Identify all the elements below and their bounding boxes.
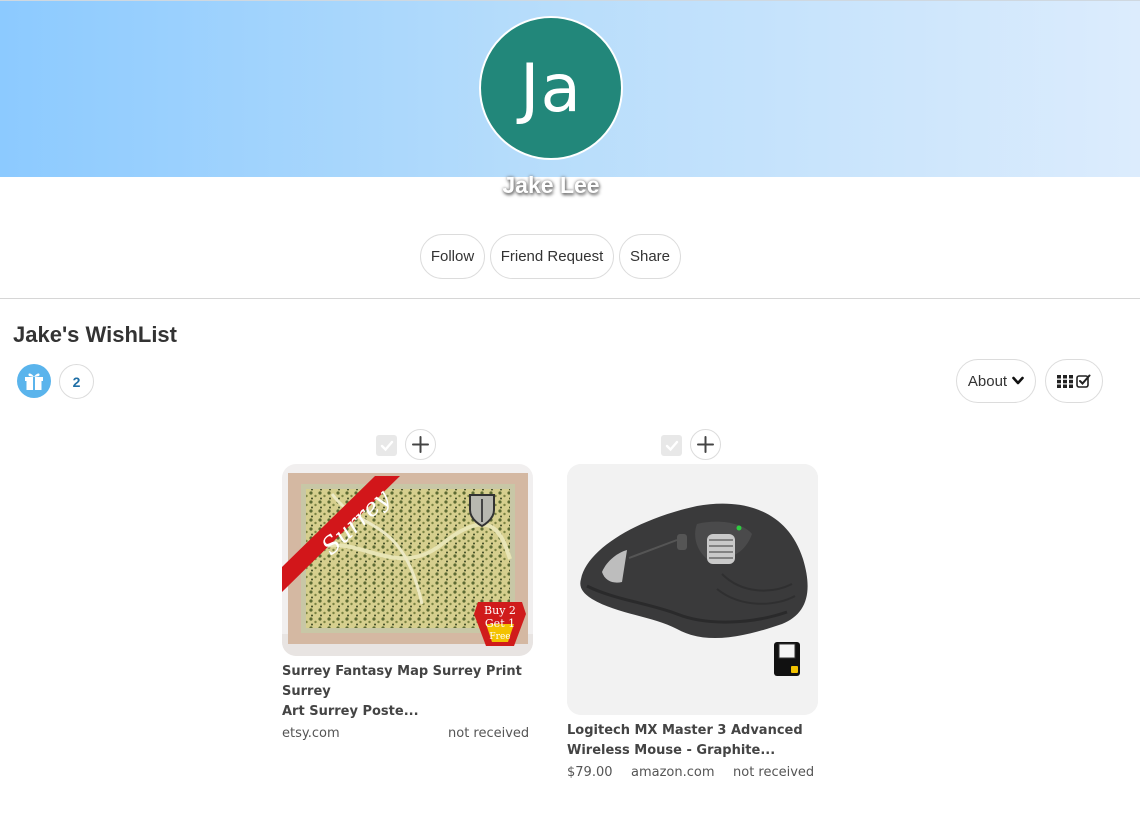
chevron-down-icon <box>1012 376 1024 385</box>
item-title-line1: Logitech MX Master 3 Advanced <box>567 723 803 738</box>
plus-icon <box>412 436 429 453</box>
check-icon <box>380 440 393 451</box>
select-checkbox[interactable] <box>376 435 397 456</box>
item-image-badge-line2: Get 1 <box>485 617 515 630</box>
wishlist-title: Jake's WishList <box>13 322 177 347</box>
check-icon <box>665 440 678 451</box>
friend-request-button[interactable]: Friend Request <box>490 234 614 279</box>
item-title-line2: Art Surrey Poste... <box>282 704 419 719</box>
item-status: not received <box>448 726 530 741</box>
section-divider <box>0 298 1140 299</box>
item-status: not received <box>733 765 815 780</box>
item-store: etsy.com <box>282 726 340 741</box>
item-image-badge-line3: Free <box>489 632 510 642</box>
profile-name: Jake Lee <box>502 172 600 198</box>
wishlist-count-badge: 2 <box>59 364 94 399</box>
item-image-badge-line1: Buy 2 <box>484 604 516 617</box>
about-label: About <box>967 372 1008 390</box>
item-meta: etsy.com not received <box>282 726 534 746</box>
about-dropdown[interactable]: About <box>956 359 1036 403</box>
gift-icon[interactable] <box>17 364 51 398</box>
item-controls <box>376 429 446 461</box>
item-store: amazon.com <box>631 765 715 780</box>
profile-actions: Follow Friend Request Share <box>0 234 1140 279</box>
item-title[interactable]: Surrey Fantasy Map Surrey Print Surrey A… <box>282 662 534 722</box>
item-image[interactable]: Surrey Buy 2 Get 1 Free <box>282 464 533 656</box>
avatar: Ja <box>479 16 623 160</box>
add-button[interactable] <box>690 429 721 460</box>
add-button[interactable] <box>405 429 436 460</box>
follow-button[interactable]: Follow <box>420 234 485 279</box>
item-image[interactable] <box>567 464 818 715</box>
wishlist-item-card[interactable]: Logitech MX Master 3 Advanced Wireless M… <box>567 429 819 785</box>
avatar-initials: Ja <box>520 49 582 127</box>
checkbox-icon <box>1076 374 1091 388</box>
item-title-line1: Surrey Fantasy Map Surrey Print Surrey <box>282 664 522 699</box>
item-title[interactable]: Logitech MX Master 3 Advanced Wireless M… <box>567 721 819 761</box>
item-controls <box>661 429 731 461</box>
item-title-line2: Wireless Mouse - Graphite... <box>567 743 776 758</box>
wishlist-item-card[interactable]: Surrey Buy 2 Get 1 Free Surrey Fantasy M… <box>282 429 534 746</box>
share-button[interactable]: Share <box>619 234 681 279</box>
view-toggle-button[interactable] <box>1045 359 1103 403</box>
plus-icon <box>697 436 714 453</box>
item-price: $79.00 <box>567 765 613 780</box>
select-checkbox[interactable] <box>661 435 682 456</box>
grid-icon <box>1057 374 1073 388</box>
item-meta: $79.00 amazon.com not received <box>567 765 819 785</box>
